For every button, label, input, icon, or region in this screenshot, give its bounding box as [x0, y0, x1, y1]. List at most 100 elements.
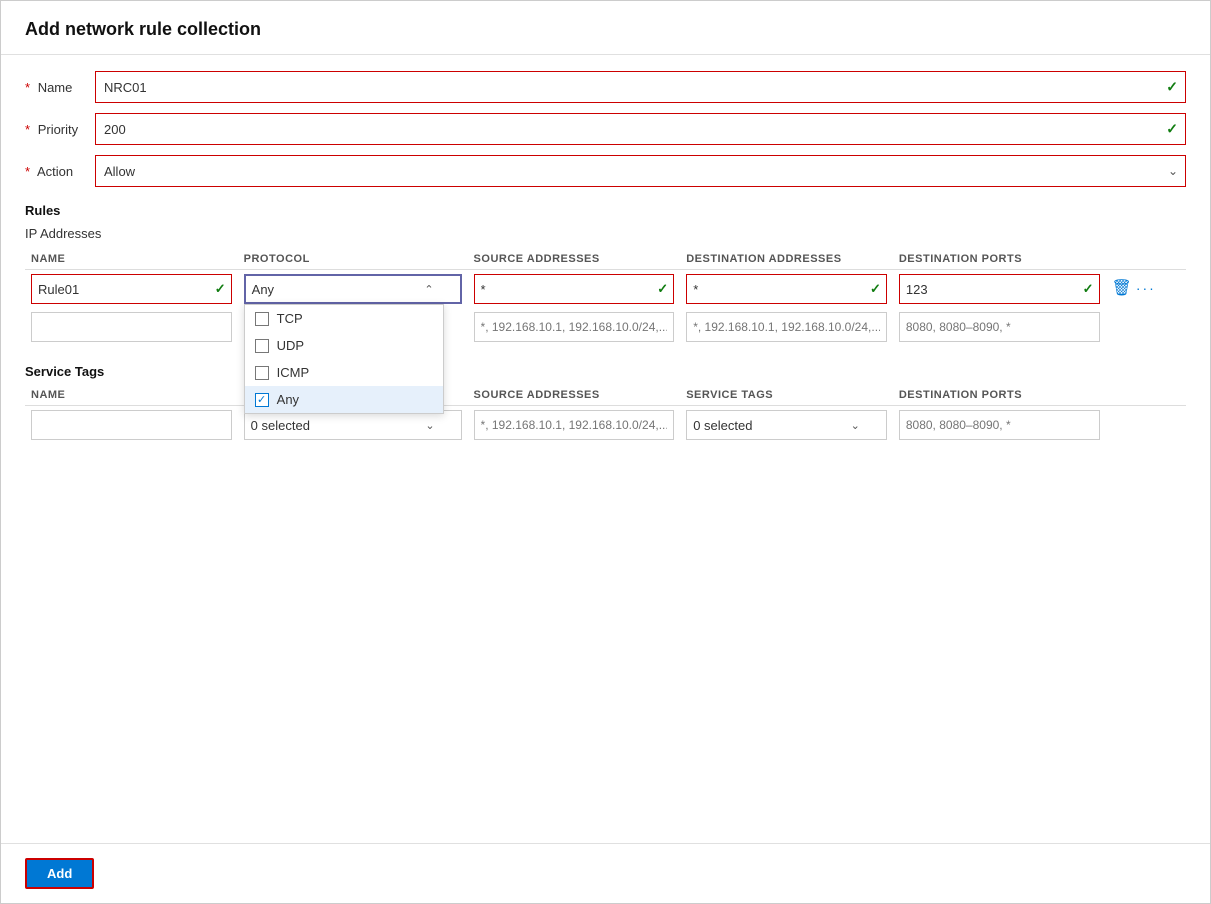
udp-label: UDP	[277, 338, 304, 353]
service-tags-table-row: 0 selected ⌄ 0 selected ⌄	[25, 406, 1186, 445]
tcp-checkbox	[255, 312, 269, 326]
rule-source-input[interactable]	[474, 274, 675, 304]
rule-source-check-icon: ✓	[657, 281, 668, 297]
rule-ports-check-icon: ✓	[1083, 281, 1094, 297]
col-header-protocol: PROTOCOL	[238, 249, 468, 270]
st-protocol-chevron-icon: ⌄	[425, 419, 434, 432]
any-checkbox	[255, 393, 269, 407]
protocol-dropdown: TCP UDP ICMP	[244, 304, 444, 414]
st-ports-input[interactable]	[899, 410, 1100, 440]
rule-source-cell: ✓	[468, 270, 681, 309]
empty-destination-input[interactable]	[686, 312, 887, 342]
icmp-label: ICMP	[277, 365, 310, 380]
col-header-destination: DESTINATION ADDRESSES	[680, 249, 893, 270]
st-tags-dropdown-btn[interactable]: 0 selected ⌄	[686, 410, 887, 440]
page-title: Add network rule collection	[25, 19, 1186, 40]
udp-checkbox	[255, 339, 269, 353]
protocol-option-tcp[interactable]: TCP	[245, 305, 443, 332]
st-protocol-wrapper: 0 selected ⌄	[244, 410, 462, 440]
rule-name-check-icon: ✓	[215, 281, 226, 297]
name-check-icon: ✓	[1166, 79, 1178, 96]
protocol-option-any[interactable]: Any	[245, 386, 443, 413]
page-header: Add network rule collection	[1, 1, 1210, 55]
rule-name-cell: ✓	[25, 270, 238, 309]
more-options-icon[interactable]: ···	[1136, 280, 1156, 296]
st-col-header-actions	[1106, 385, 1186, 406]
name-required-star: *	[25, 80, 30, 95]
st-col-header-name: NAME	[25, 385, 238, 406]
action-required-star: *	[25, 164, 30, 179]
rule-protocol-cell: Any ⌃ TCP UDP	[238, 270, 468, 309]
st-tags-wrapper: 0 selected ⌄	[686, 410, 887, 440]
st-protocol-label: 0 selected	[251, 418, 310, 433]
col-header-actions	[1106, 249, 1186, 270]
form-area: * Name ✓ * Priority ✓ * Action	[1, 55, 1210, 460]
st-tags-cell: 0 selected ⌄	[680, 406, 893, 445]
protocol-option-icmp[interactable]: ICMP	[245, 359, 443, 386]
rule-ports-cell: ✓	[893, 270, 1106, 309]
empty-destination-cell	[680, 308, 893, 346]
rule-ports-input[interactable]	[899, 274, 1100, 304]
rules-section-label: Rules	[25, 197, 1186, 220]
priority-input-wrapper: ✓	[95, 113, 1186, 145]
action-select-wrapper: Allow Deny ⌄	[95, 155, 1186, 187]
any-label: Any	[277, 392, 299, 407]
ip-addresses-label: IP Addresses	[25, 222, 1186, 249]
protocol-chevron-up-icon: ⌃	[424, 283, 433, 296]
add-button[interactable]: Add	[25, 858, 94, 889]
empty-source-input[interactable]	[474, 312, 675, 342]
rule-source-wrapper: ✓	[474, 274, 675, 304]
st-table-header-row: NAME PROTOCOL SOURCE ADDRESSES SERVICE T…	[25, 385, 1186, 406]
st-col-header-tags: SERVICE TAGS	[680, 385, 893, 406]
empty-ports-input[interactable]	[899, 312, 1100, 342]
protocol-wrapper: Any ⌃ TCP UDP	[244, 274, 462, 304]
protocol-value-label: Any	[252, 282, 274, 297]
rule-destination-input[interactable]	[686, 274, 887, 304]
page-footer: Add	[1, 843, 1210, 903]
st-actions-cell	[1106, 406, 1186, 445]
rule-destination-wrapper: ✓	[686, 274, 887, 304]
rule-ports-wrapper: ✓	[899, 274, 1100, 304]
priority-input[interactable]	[95, 113, 1186, 145]
empty-name-input[interactable]	[31, 312, 232, 342]
st-name-input[interactable]	[31, 410, 232, 440]
priority-row: * Priority ✓	[25, 113, 1186, 145]
delete-rule-icon[interactable]: 🗑	[1112, 278, 1132, 298]
st-name-cell	[25, 406, 238, 445]
ip-rules-table: NAME PROTOCOL SOURCE ADDRESSES DESTINATI…	[25, 249, 1186, 346]
protocol-option-udp[interactable]: UDP	[245, 332, 443, 359]
col-header-ports: DESTINATION PORTS	[893, 249, 1106, 270]
action-select[interactable]: Allow Deny	[95, 155, 1186, 187]
empty-name-cell	[25, 308, 238, 346]
st-source-cell	[468, 406, 681, 445]
st-protocol-dropdown-btn[interactable]: 0 selected ⌄	[244, 410, 462, 440]
table-row: ✓ Any ⌃	[25, 270, 1186, 309]
action-row: * Action Allow Deny ⌄	[25, 155, 1186, 187]
st-tags-chevron-icon: ⌄	[851, 419, 860, 432]
table-row-empty	[25, 308, 1186, 346]
priority-label: * Priority	[25, 122, 95, 137]
name-input[interactable]	[95, 71, 1186, 103]
priority-check-icon: ✓	[1166, 121, 1178, 138]
action-label: * Action	[25, 164, 95, 179]
ip-table-header-row: NAME PROTOCOL SOURCE ADDRESSES DESTINATI…	[25, 249, 1186, 270]
rule-destination-check-icon: ✓	[870, 281, 881, 297]
tcp-label: TCP	[277, 311, 303, 326]
st-col-header-ports: DESTINATION PORTS	[893, 385, 1106, 406]
service-tags-section-label: Service Tags	[25, 358, 1186, 381]
col-header-source: SOURCE ADDRESSES	[468, 249, 681, 270]
priority-required-star: *	[25, 122, 30, 137]
rule-name-wrapper: ✓	[31, 274, 232, 304]
empty-ports-cell	[893, 308, 1106, 346]
st-col-header-source: SOURCE ADDRESSES	[468, 385, 681, 406]
rule-name-input[interactable]	[31, 274, 232, 304]
st-source-input[interactable]	[474, 410, 675, 440]
empty-actions-cell	[1106, 308, 1186, 346]
action-icons-wrapper: 🗑 ···	[1112, 274, 1180, 298]
st-tags-label: 0 selected	[693, 418, 752, 433]
rule-destination-cell: ✓	[680, 270, 893, 309]
name-label: * Name	[25, 80, 95, 95]
name-row: * Name ✓	[25, 71, 1186, 103]
empty-source-cell	[468, 308, 681, 346]
protocol-trigger[interactable]: Any ⌃	[244, 274, 462, 304]
